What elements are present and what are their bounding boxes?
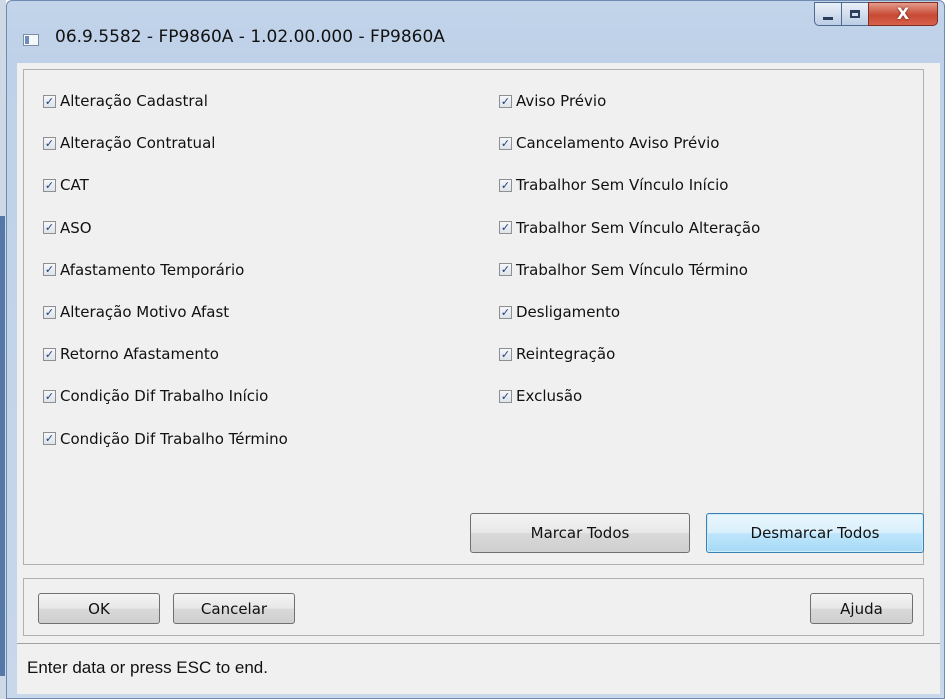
dialog-window: 06.9.5582 - FP9860A - 1.02.00.000 - FP98… (6, 0, 945, 699)
checkbox-label: Cancelamento Aviso Prévio (516, 134, 720, 153)
app-window-icon (23, 34, 39, 46)
checkbox-check-icon[interactable]: ✓ (499, 136, 512, 150)
checkbox-item[interactable]: ✓ Afastamento Temporário (43, 259, 244, 281)
checkbox-check-icon[interactable]: ✓ (43, 263, 56, 277)
checkbox-item[interactable]: ✓ Alteração Motivo Afast (43, 301, 229, 323)
maximize-button[interactable] (841, 2, 869, 26)
checkbox-label: Alteração Contratual (60, 134, 216, 153)
checkbox-check-icon[interactable]: ✓ (499, 389, 512, 403)
checkbox-item[interactable]: ✓ Exclusão (499, 385, 582, 407)
checkbox-check-icon[interactable]: ✓ (499, 263, 512, 277)
checkbox-check-icon[interactable]: ✓ (499, 178, 512, 192)
checkbox-label: Trabalhor Sem Vínculo Término (516, 260, 748, 279)
mark-all-button[interactable]: Marcar Todos (470, 513, 690, 553)
checkbox-check-icon[interactable]: ✓ (43, 94, 56, 108)
checkbox-label: Alteração Motivo Afast (60, 303, 230, 321)
checkbox-item[interactable]: ✓ Trabalhor Sem Vínculo Alteração (499, 217, 760, 239)
checkbox-item[interactable]: ✓ Reintegração (499, 343, 615, 365)
caption-buttons: X (814, 2, 938, 28)
checkbox-check-icon[interactable]: ✓ (499, 347, 512, 361)
status-text: Enter data or press ESC to end. (27, 658, 268, 677)
checkbox-check-icon[interactable]: ✓ (43, 136, 56, 150)
checkbox-check-icon[interactable]: ✓ (499, 305, 512, 319)
maximize-icon (850, 10, 860, 18)
close-button[interactable]: X (868, 2, 938, 26)
window-title: 06.9.5582 - FP9860A - 1.02.00.000 - FP98… (55, 27, 445, 47)
close-icon: X (896, 4, 910, 23)
minimize-button[interactable] (814, 2, 842, 26)
checkbox-item[interactable]: ✓ Alteração Cadastral (43, 90, 208, 112)
checkbox-label: Trabalhor Sem Vínculo Alteração (516, 218, 761, 237)
checkbox-check-icon[interactable]: ✓ (43, 221, 56, 235)
dialog-client-area: ✓ Alteração Cadastral ✓ Alteração Contratua… (17, 63, 940, 694)
checkbox-label: Reintegração (516, 345, 616, 364)
checkbox-item[interactable]: ✓ Trabalhor Sem Vínculo Término (499, 259, 748, 281)
checkbox-item[interactable]: ✓ Retorno Afastamento (43, 343, 219, 365)
checkbox-item[interactable]: ✓ Condição Dif Trabalho Início (43, 385, 268, 407)
checkbox-label: Afastamento Temporário (60, 260, 245, 279)
checkbox-label: Aviso Prévio (516, 92, 607, 110)
checkbox-label: Retorno Afastamento (60, 345, 219, 364)
checkbox-check-icon[interactable]: ✓ (43, 305, 56, 319)
checkbox-check-icon[interactable]: ✓ (499, 221, 512, 235)
checkbox-label: CAT (60, 176, 89, 195)
checkbox-label: Condição Dif Trabalho Início (60, 387, 269, 406)
checkbox-check-icon[interactable]: ✓ (43, 347, 56, 361)
checkbox-item[interactable]: ✓ Cancelamento Aviso Prévio (499, 132, 719, 154)
checkbox-check-icon[interactable]: ✓ (499, 94, 512, 108)
checkbox-label: Alteração Cadastral (60, 92, 208, 110)
checkbox-label: ASO (60, 218, 92, 237)
checkbox-item[interactable]: ✓ Aviso Prévio (499, 90, 606, 112)
ok-button[interactable]: OK (38, 593, 160, 624)
cancel-button[interactable]: Cancelar (173, 593, 295, 624)
status-bar: Enter data or press ESC to end. (17, 643, 940, 694)
event-selection-panel: ✓ Alteração Cadastral ✓ Alteração Contratua… (23, 69, 924, 565)
unmark-all-button[interactable]: Desmarcar Todos (706, 513, 924, 553)
help-button[interactable]: Ajuda (810, 593, 913, 624)
minimize-icon (823, 16, 833, 20)
checkbox-label: Condição Dif Trabalho Término (60, 429, 288, 448)
checkbox-check-icon[interactable]: ✓ (43, 178, 56, 192)
checkbox-check-icon[interactable]: ✓ (43, 432, 56, 446)
title-bar[interactable]: 06.9.5582 - FP9860A - 1.02.00.000 - FP98… (7, 1, 944, 63)
checkbox-label: Desligamento (516, 303, 621, 321)
checkbox-check-icon[interactable]: ✓ (43, 389, 56, 403)
checkbox-label: Trabalhor Sem Vínculo Início (516, 176, 729, 195)
checkbox-item[interactable]: ✓ CAT (43, 174, 89, 196)
checkbox-item[interactable]: ✓ Trabalhor Sem Vínculo Início (499, 174, 728, 196)
checkbox-item[interactable]: ✓ Desligamento (499, 301, 620, 323)
checkbox-item[interactable]: ✓ Condição Dif Trabalho Término (43, 428, 288, 450)
checkbox-item[interactable]: ✓ Alteração Contratual (43, 132, 215, 154)
background-window-accent (0, 216, 5, 676)
dialog-action-panel: OK Cancelar Ajuda (23, 578, 924, 636)
checkbox-item[interactable]: ✓ ASO (43, 217, 92, 239)
checkbox-label: Exclusão (516, 387, 583, 406)
